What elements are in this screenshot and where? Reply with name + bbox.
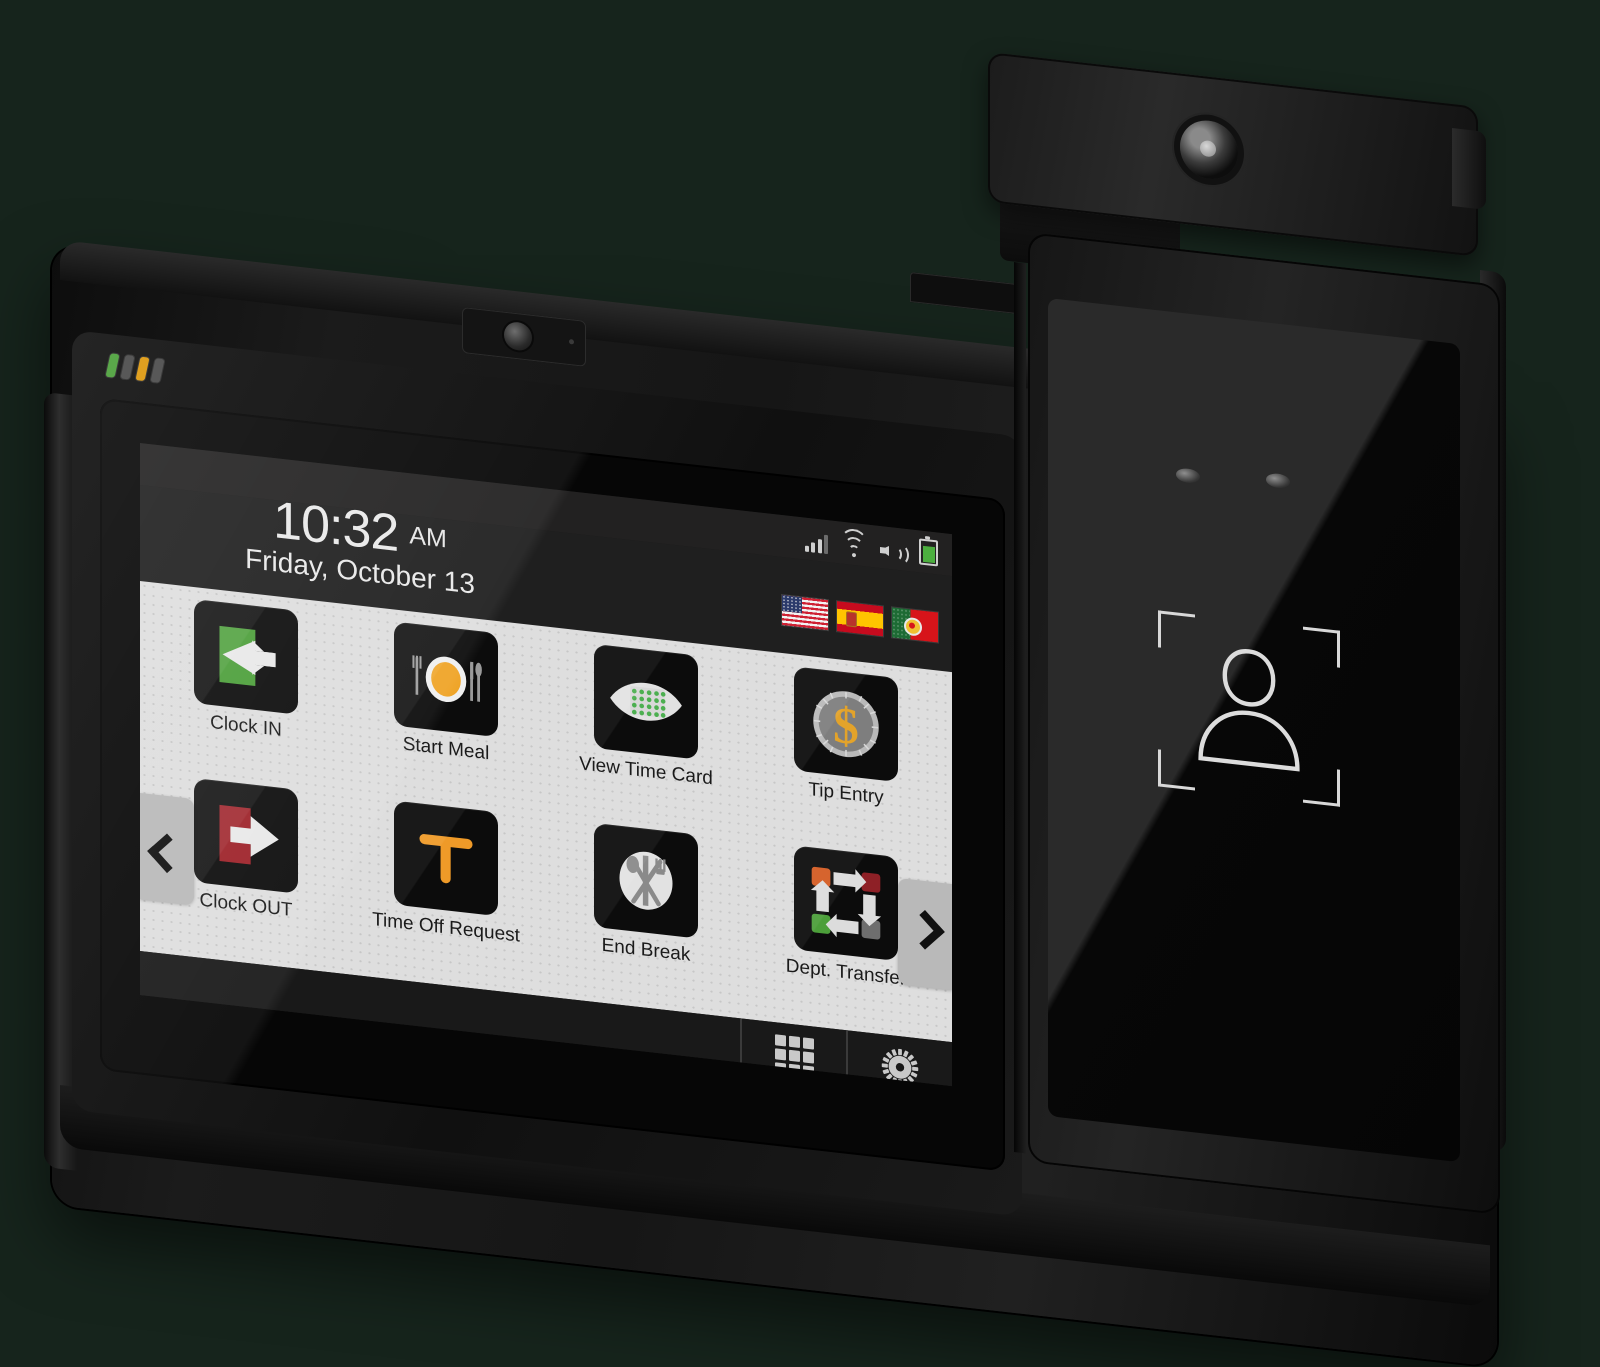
housing-divider-groove <box>1014 262 1026 1154</box>
dept-transfer-cycle-glyph <box>810 866 882 940</box>
chevron-left-icon <box>147 833 187 874</box>
app-label: Clock OUT <box>199 889 293 922</box>
app-label: Dept. Transfer <box>785 955 907 990</box>
person-silhouette-icon <box>1198 649 1300 772</box>
app-button-view-time-card[interactable]: View Time Card <box>546 639 746 840</box>
time-off-t-glyph <box>419 834 473 884</box>
svg-text:$: $ <box>833 697 859 757</box>
dept-transfer-cycle-icon <box>794 845 898 962</box>
language-flag-group <box>782 595 938 643</box>
end-break-utensils-glyph <box>619 851 673 910</box>
status-led-orange <box>135 356 150 382</box>
camera-lens-icon <box>1180 117 1238 183</box>
app-button-time-off-request[interactable]: Time Off Request <box>346 795 546 996</box>
app-label: Start Meal <box>402 733 490 765</box>
housing-notch <box>910 272 1018 315</box>
app-label: Tip Entry <box>808 778 884 809</box>
clock-out-arrow-glyph <box>219 804 279 865</box>
flag-es[interactable] <box>837 601 883 637</box>
battery-icon <box>919 538 938 567</box>
app-label: End Break <box>601 934 691 966</box>
meal-plate-icon <box>394 621 498 738</box>
app-button-clock-in[interactable]: Clock IN <box>146 594 346 795</box>
end-break-utensils-icon <box>594 822 698 939</box>
flag-us[interactable] <box>782 595 828 631</box>
face-recognition-icon <box>1158 610 1340 807</box>
status-led-gray-1 <box>120 354 135 380</box>
volume-icon <box>880 540 909 566</box>
time-clock-device: 10:32 AM Friday, October 13 Clock IN Sta… <box>0 0 1600 1367</box>
prev-page-button[interactable] <box>140 793 194 906</box>
app-button-tip-entry[interactable]: $ Tip Entry <box>746 661 946 862</box>
app-button-end-break[interactable]: End Break <box>546 818 746 1019</box>
ir-sensor-right <box>1266 472 1290 490</box>
flag-pt[interactable] <box>892 607 938 643</box>
front-camera-pinhole <box>569 339 574 345</box>
clock-out-arrow-icon <box>194 778 298 894</box>
meal-plate-glyph <box>412 655 482 703</box>
time-card-eye-glyph <box>610 682 682 721</box>
signal-icon <box>804 532 828 555</box>
next-page-button[interactable] <box>898 878 952 991</box>
face-recognition-panel[interactable] <box>1048 298 1460 1163</box>
clock-meridiem: AM <box>409 520 447 553</box>
status-icon-group <box>804 526 938 567</box>
clock-in-arrow-icon <box>194 599 298 715</box>
touchscreen-display[interactable]: 10:32 AM Friday, October 13 Clock IN Sta… <box>140 443 952 1087</box>
screenshot-root: 10:32 AM Friday, October 13 Clock IN Sta… <box>0 0 1600 1367</box>
wifi-icon <box>840 527 868 559</box>
time-off-t-icon <box>394 800 498 917</box>
app-button-start-meal[interactable]: Start Meal <box>346 616 546 817</box>
tip-coin-dollar-icon: $ <box>794 666 898 783</box>
chevron-right-icon <box>905 910 945 950</box>
time-card-eye-icon <box>594 643 698 760</box>
status-led-gray-2 <box>150 358 165 383</box>
clock-in-arrow-glyph <box>219 625 276 687</box>
tip-coin-dollar-glyph: $ <box>813 691 879 758</box>
app-label: Clock IN <box>210 711 282 741</box>
ir-sensor-left <box>1176 467 1200 485</box>
status-led-green <box>105 353 120 378</box>
front-camera-lens <box>504 320 532 352</box>
camera-module-side <box>1452 128 1486 210</box>
